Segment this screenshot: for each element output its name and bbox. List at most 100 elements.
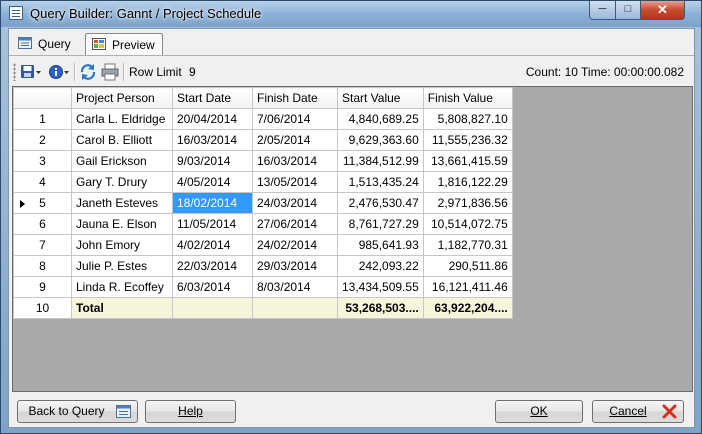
cell-finish-date[interactable]: 29/03/2014 — [252, 255, 338, 277]
query-tab-icon — [18, 37, 32, 49]
grid-corner-cell[interactable] — [13, 87, 72, 109]
cell-finish-value[interactable]: 11,555,236.32 — [422, 129, 513, 151]
tab-query-label: Query — [38, 37, 71, 51]
table-row[interactable]: 8 Julie P. Estes 22/03/2014 29/03/2014 2… — [13, 255, 513, 277]
cell-finish-date[interactable]: 13/05/2014 — [252, 171, 338, 193]
cell-start-value[interactable]: 8,761,727.29 — [337, 213, 424, 235]
cell-start-date[interactable]: 4/05/2014 — [172, 171, 253, 193]
table-row[interactable]: 3 Gail Erickson 9/03/2014 16/03/2014 11,… — [13, 150, 513, 172]
cell-finish-date[interactable]: 2/05/2014 — [252, 129, 338, 151]
table-row-current[interactable]: 5 Janeth Esteves 18/02/2014 24/03/2014 2… — [13, 192, 513, 214]
table-row[interactable]: 2 Carol B. Elliott 16/03/2014 2/05/2014 … — [13, 129, 513, 151]
row-header[interactable]: 8 — [13, 255, 72, 277]
maximize-button[interactable]: □ — [615, 1, 641, 20]
row-header[interactable]: 3 — [13, 150, 72, 172]
total-finish-date-cell[interactable] — [252, 297, 338, 319]
print-icon[interactable] — [101, 63, 119, 81]
column-header-project-person[interactable]: Project Person — [71, 87, 173, 109]
cell-project-person[interactable]: Carol B. Elliott — [71, 129, 173, 151]
query-icon — [116, 405, 131, 418]
row-header[interactable]: 6 — [13, 213, 72, 235]
cell-start-value[interactable]: 4,840,689.25 — [337, 108, 424, 130]
row-header[interactable]: 5 — [13, 192, 72, 214]
cell-start-value[interactable]: 242,093.22 — [337, 255, 424, 277]
cell-project-person[interactable]: John Emory — [71, 234, 173, 256]
total-start-value-cell[interactable]: 53,268,503.... — [337, 297, 424, 319]
row-header[interactable]: 10 — [13, 297, 72, 319]
cell-finish-value[interactable]: 290,511.86 — [422, 255, 513, 277]
total-label-cell[interactable]: Total — [71, 297, 173, 319]
total-row[interactable]: 10 Total 53,268,503.... 63,922,204.... — [13, 297, 513, 319]
cell-project-person[interactable]: Carla L. Eldridge — [71, 108, 173, 130]
cell-finish-value[interactable]: 10,514,072.75 — [422, 213, 513, 235]
cell-start-date[interactable]: 4/02/2014 — [172, 234, 253, 256]
info-icon[interactable] — [48, 63, 70, 81]
cell-finish-value[interactable]: 1,182,770.31 — [422, 234, 513, 256]
cell-start-date-selected[interactable]: 18/02/2014 — [172, 192, 253, 214]
row-header[interactable]: 1 — [13, 108, 72, 130]
cell-finish-date[interactable]: 7/06/2014 — [252, 108, 338, 130]
cell-start-date[interactable]: 11/05/2014 — [172, 213, 253, 235]
row-header[interactable]: 2 — [13, 129, 72, 151]
table-row[interactable]: 6 Jauna E. Elson 11/05/2014 27/06/2014 8… — [13, 213, 513, 235]
cell-project-person[interactable]: Gail Erickson — [71, 150, 173, 172]
cell-finish-date[interactable]: 27/06/2014 — [252, 213, 338, 235]
cell-finish-date[interactable]: 8/03/2014 — [252, 276, 338, 298]
row-header[interactable]: 4 — [13, 171, 72, 193]
column-header-start-date[interactable]: Start Date — [172, 87, 253, 109]
cell-finish-value[interactable]: 5,808,827.10 — [422, 108, 513, 130]
cell-start-value[interactable]: 2,476,530.47 — [337, 192, 424, 214]
table-row[interactable]: 1 Carla L. Eldridge 20/04/2014 7/06/2014… — [13, 108, 513, 130]
window-app-icon — [9, 6, 23, 20]
cell-start-value[interactable]: 11,384,512.99 — [337, 150, 424, 172]
column-header-start-value[interactable]: Start Value — [337, 87, 424, 109]
minimize-button[interactable]: ─ — [589, 1, 616, 20]
cell-project-person[interactable]: Gary T. Drury — [71, 171, 173, 193]
cell-start-date[interactable]: 22/03/2014 — [172, 255, 253, 277]
cell-start-date[interactable]: 20/04/2014 — [172, 108, 253, 130]
table-row[interactable]: 4 Gary T. Drury 4/05/2014 13/05/2014 1,5… — [13, 171, 513, 193]
save-icon[interactable] — [20, 63, 42, 81]
cell-start-date[interactable]: 9/03/2014 — [172, 150, 253, 172]
title-bar[interactable]: Query Builder: Gannt / Project Schedule … — [1, 1, 701, 27]
cell-finish-date[interactable]: 16/03/2014 — [252, 150, 338, 172]
cell-project-person[interactable]: Jauna E. Elson — [71, 213, 173, 235]
cell-start-date[interactable]: 16/03/2014 — [172, 129, 253, 151]
tab-query[interactable]: Query — [12, 33, 78, 55]
results-grid: Project Person Start Date Finish Date St… — [13, 87, 513, 319]
cell-project-person[interactable]: Janeth Esteves — [71, 192, 173, 214]
row-header[interactable]: 7 — [13, 234, 72, 256]
cell-finish-value[interactable]: 2,971,836.56 — [422, 192, 513, 214]
table-row[interactable]: 9 Linda R. Ecoffey 6/03/2014 8/03/2014 1… — [13, 276, 513, 298]
cancel-button[interactable]: Cancel — [592, 400, 684, 423]
total-start-date-cell[interactable] — [172, 297, 253, 319]
table-row[interactable]: 7 John Emory 4/02/2014 24/02/2014 985,64… — [13, 234, 513, 256]
preview-tab-icon — [92, 38, 106, 50]
cell-finish-date[interactable]: 24/02/2014 — [252, 234, 338, 256]
column-header-finish-value[interactable]: Finish Value — [422, 87, 513, 109]
column-header-finish-date[interactable]: Finish Date — [252, 87, 338, 109]
cell-finish-value[interactable]: 16,121,411.46 — [422, 276, 513, 298]
toolbar-separator — [123, 63, 125, 81]
help-button[interactable]: Help — [145, 400, 236, 423]
ok-button[interactable]: OK — [495, 400, 583, 423]
cell-project-person[interactable]: Linda R. Ecoffey — [71, 276, 173, 298]
cell-start-value[interactable]: 13,434,509.55 — [337, 276, 424, 298]
close-button[interactable]: ✕ — [640, 1, 685, 20]
tab-preview[interactable]: Preview — [85, 33, 163, 55]
total-finish-value-cell[interactable]: 63,922,204.... — [422, 297, 513, 319]
dialog-client-area: Query Preview Row Limit 9 Count: 10 Time… — [8, 28, 695, 428]
refresh-icon[interactable] — [79, 63, 97, 81]
toolbar-grip[interactable] — [13, 63, 16, 81]
row-header[interactable]: 9 — [13, 276, 72, 298]
cell-start-date[interactable]: 6/03/2014 — [172, 276, 253, 298]
cell-start-value[interactable]: 985,641.93 — [337, 234, 424, 256]
cell-start-value[interactable]: 1,513,435.24 — [337, 171, 424, 193]
cell-start-value[interactable]: 9,629,363.60 — [337, 129, 424, 151]
cell-finish-value[interactable]: 1,816,122.29 — [422, 171, 513, 193]
row-limit-value[interactable]: 9 — [189, 65, 196, 79]
cell-project-person[interactable]: Julie P. Estes — [71, 255, 173, 277]
cell-finish-value[interactable]: 13,661,415.59 — [422, 150, 513, 172]
back-to-query-button[interactable]: Back to Query — [17, 400, 138, 423]
cell-finish-date[interactable]: 24/03/2014 — [252, 192, 338, 214]
